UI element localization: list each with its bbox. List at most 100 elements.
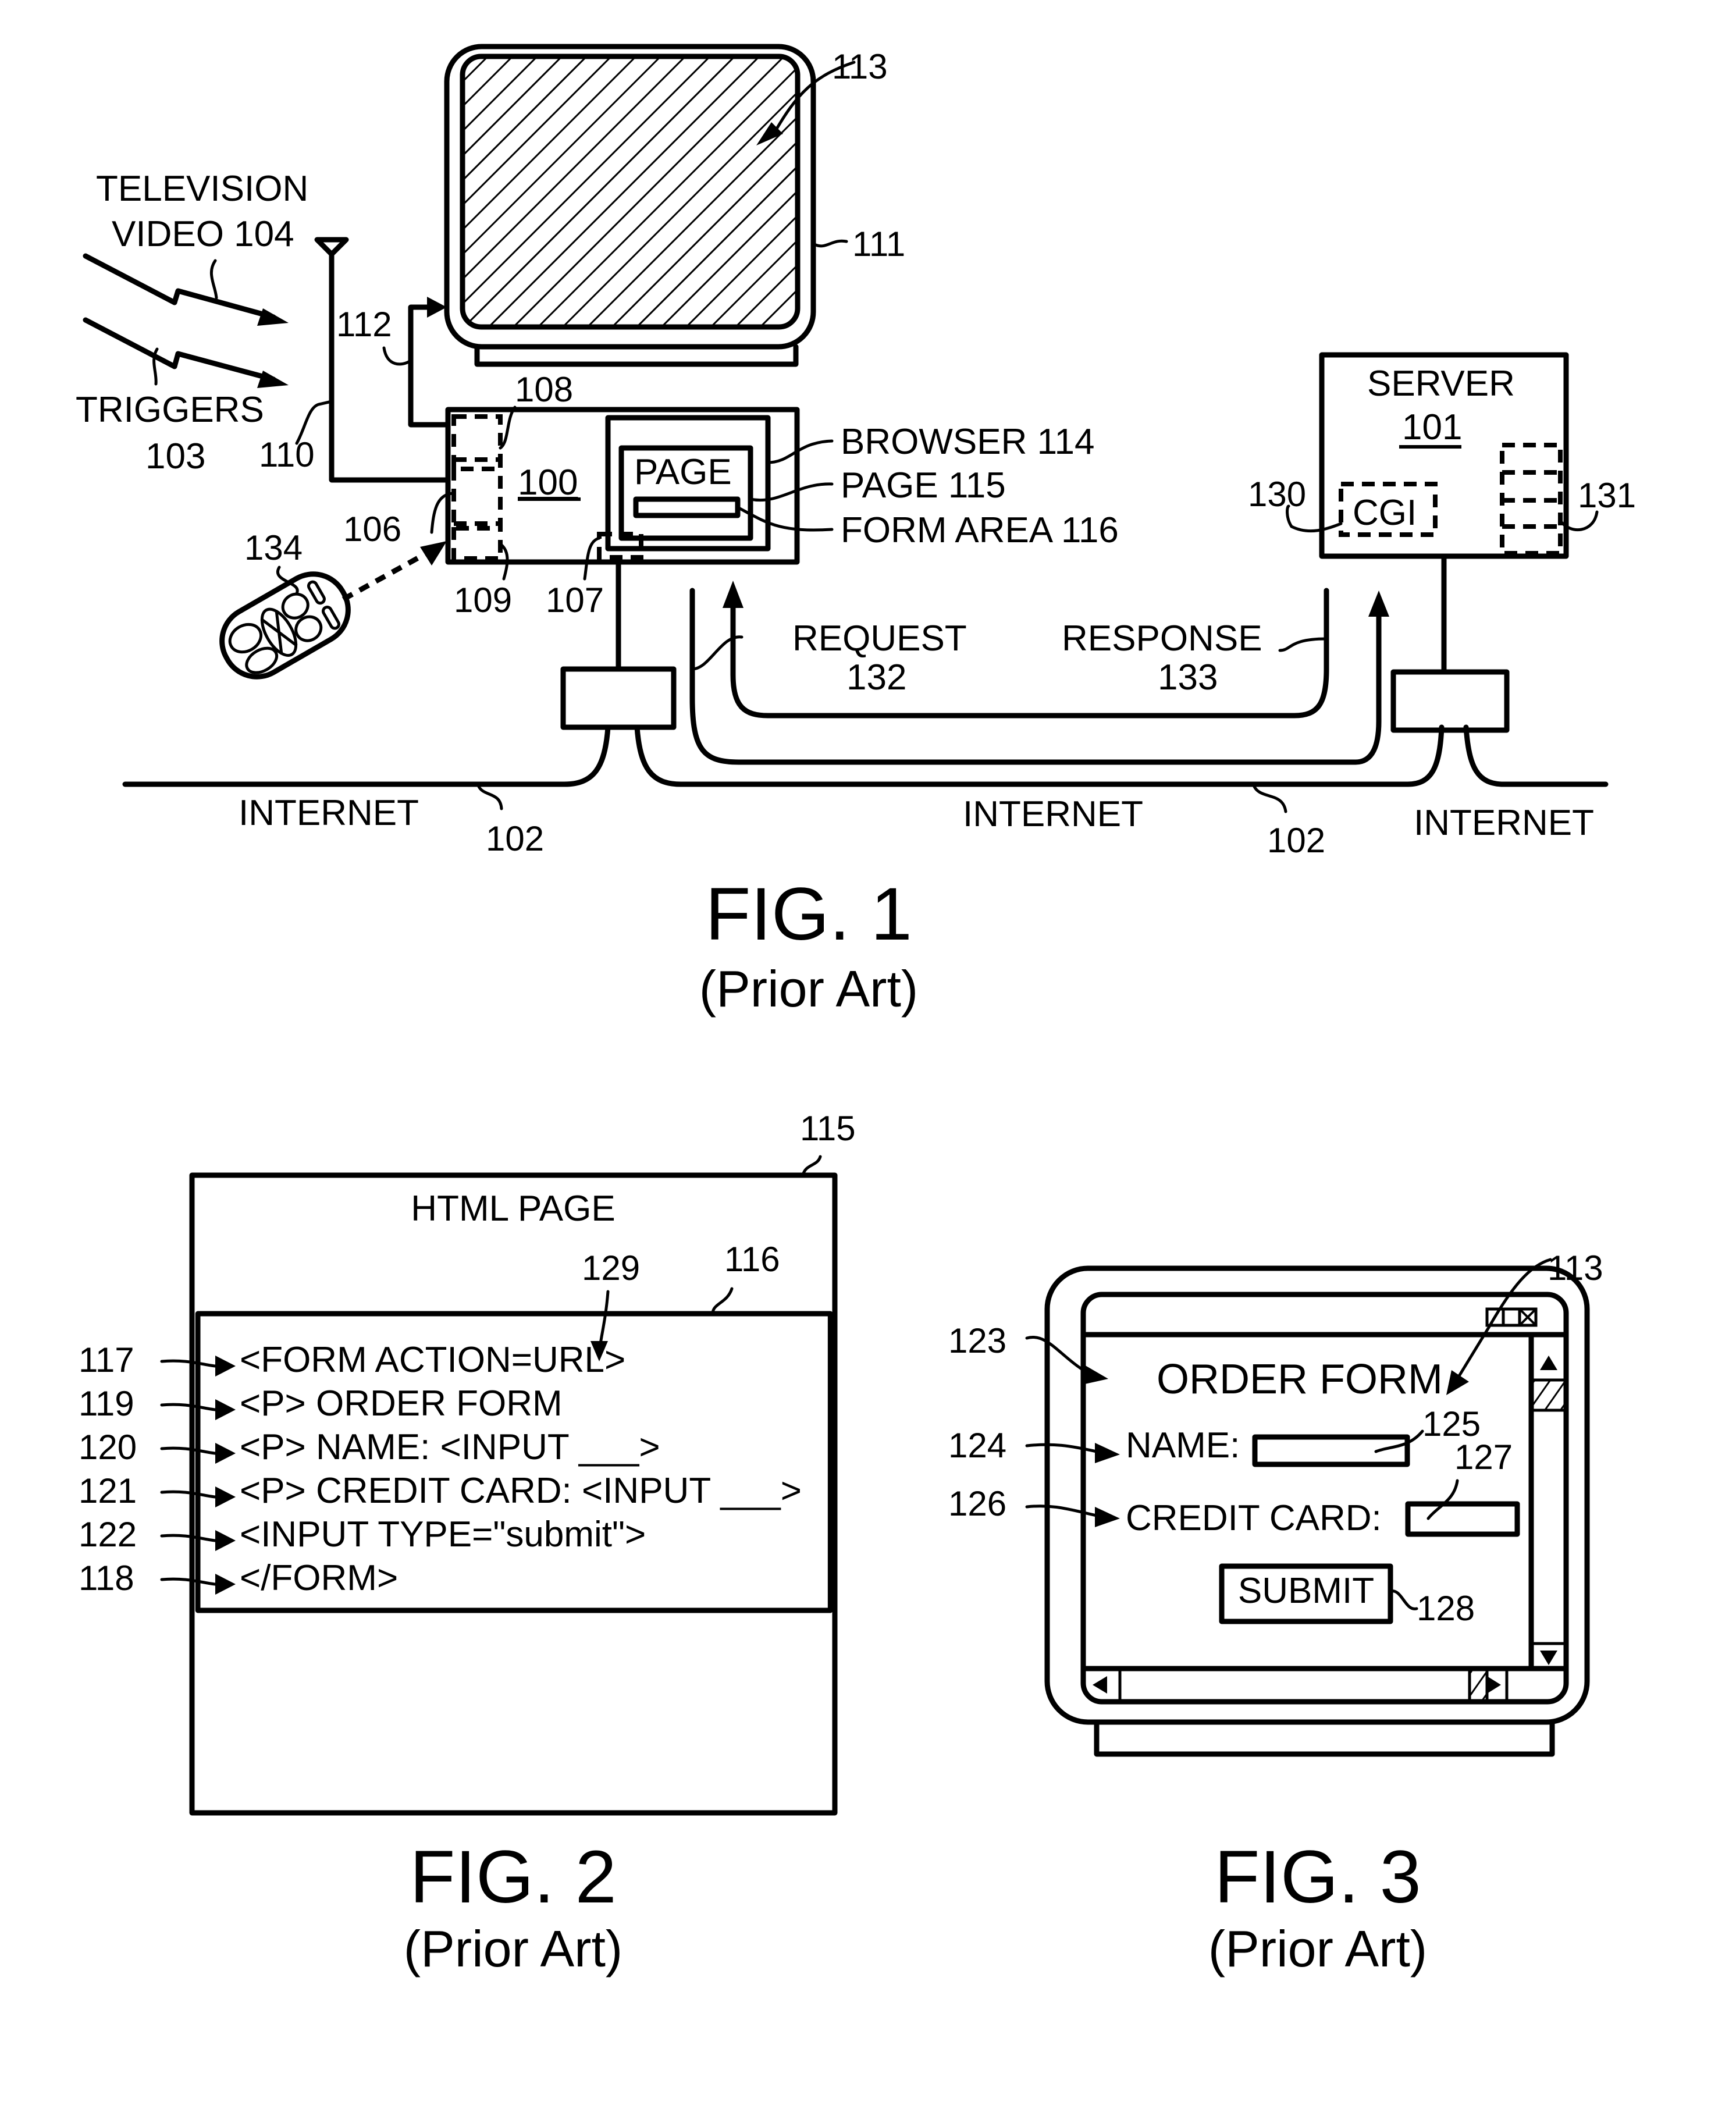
code-line-text: <P> CREDIT CARD: <INPUT ___>: [240, 1471, 802, 1511]
scroll-right-icon[interactable]: [1487, 1676, 1501, 1694]
ref-128: 128: [1417, 1589, 1475, 1628]
ref-111: 111: [852, 225, 905, 264]
arrow-icon: [215, 1574, 236, 1595]
tv-screen-hatched: [460, 54, 801, 330]
label-request-132: 132: [846, 657, 906, 698]
ref-109: 109: [454, 581, 512, 620]
ref-123: 123: [948, 1321, 1006, 1360]
ref-100: 100: [518, 463, 578, 503]
order-form-title: ORDER FORM: [1157, 1356, 1443, 1403]
monitor-stand: [1094, 1719, 1555, 1757]
fig3-caption: FIG. 3: [1214, 1836, 1421, 1919]
label-response: RESPONSE: [1062, 618, 1262, 659]
label-form-area-116: FORM AREA 116: [841, 510, 1119, 550]
ref-131: 131: [1578, 476, 1636, 515]
antenna-line-110: [329, 251, 451, 483]
ref-113-fig3: 113: [1548, 1249, 1603, 1287]
code-line-ref: 122: [79, 1515, 137, 1554]
scroll-up-icon[interactable]: [1540, 1356, 1557, 1370]
network-interface-client: [560, 666, 677, 730]
code-line-text: <INPUT TYPE="submit">: [240, 1514, 646, 1555]
code-line: 122 <INPUT TYPE="submit">: [79, 1514, 646, 1555]
ref-113: 113: [832, 47, 888, 86]
fig1: 113 111 TELEVISION VIDEO 104 TRIGGERS 10…: [76, 44, 1636, 1018]
arrow-icon: [215, 1530, 236, 1551]
network-interface-server: [1390, 669, 1510, 733]
name-label: NAME:: [1126, 1425, 1240, 1466]
fig3: ORDER FORM NAME: CREDIT CARD: SUBMIT 123…: [948, 1249, 1603, 1977]
fig1-subcaption: (Prior Art): [699, 960, 918, 1018]
submit-button-label: SUBMIT: [1238, 1571, 1374, 1611]
html-page-title: HTML PAGE: [411, 1189, 615, 1229]
set-top-box-100: 100 PAGE BROWSER 114 PAGE 115 FORM AREA …: [343, 370, 1119, 620]
page-box-label: PAGE: [634, 452, 732, 492]
fig3-subcaption: (Prior Art): [1208, 1920, 1427, 1977]
horizontal-scrollbar[interactable]: [1080, 1666, 1569, 1703]
form-area-116: [633, 496, 741, 518]
ref-130: 130: [1248, 475, 1306, 514]
code-line-text: <P> ORDER FORM: [240, 1383, 563, 1424]
signal-video: [83, 253, 276, 320]
code-line-ref: 117: [79, 1340, 134, 1379]
label-triggers-103: 103: [145, 436, 205, 476]
ref-102-left: 102: [486, 819, 544, 858]
scroll-down-icon[interactable]: [1540, 1651, 1557, 1665]
label-response-133: 133: [1158, 657, 1218, 698]
label-television: TELEVISION: [96, 169, 308, 209]
ref-108: 108: [515, 370, 573, 409]
ref-129: 129: [582, 1249, 640, 1287]
server-101: SERVER 101 CGI 130 131: [1248, 352, 1636, 559]
internet-line-middle: [634, 724, 1445, 787]
label-cgi: CGI: [1353, 493, 1417, 533]
name-input[interactable]: [1252, 1434, 1410, 1467]
credit-card-label: CREDIT CARD:: [1126, 1498, 1382, 1538]
code-line: 118 </FORM>: [79, 1558, 398, 1598]
code-line-text: <FORM ACTION=URL>: [240, 1340, 625, 1380]
code-line-ref: 118: [79, 1559, 134, 1598]
label-video-104: VIDEO 104: [112, 214, 294, 254]
arrow-icon: [215, 1443, 236, 1464]
ref-134: 134: [244, 528, 303, 567]
arrow-icon: [215, 1356, 236, 1377]
scroll-thumb-vertical[interactable]: [1531, 1378, 1567, 1412]
code-lines: 117 <FORM ACTION=URL>119 <P> ORDER FORM120…: [79, 1340, 802, 1598]
ref-116: 116: [724, 1240, 780, 1279]
code-line: 121 <P> CREDIT CARD: <INPUT ___>: [79, 1471, 802, 1511]
code-line-text: </FORM>: [240, 1558, 398, 1598]
code-line-ref: 119: [79, 1384, 134, 1423]
ref-107: 107: [546, 581, 604, 620]
ref-101: 101: [1402, 407, 1462, 447]
remote-control-134: 134: [219, 528, 447, 680]
code-line: 119 <P> ORDER FORM: [79, 1383, 563, 1424]
label-internet-right: INTERNET: [1414, 803, 1594, 843]
label-server: SERVER: [1367, 364, 1515, 404]
fig2: 115 HTML PAGE 116 129 117 <FORM ACTION=UR…: [79, 1109, 856, 1977]
request-path-132: [689, 588, 1382, 765]
code-line-ref: 121: [79, 1471, 137, 1510]
fig1-caption: FIG. 1: [705, 873, 912, 956]
connection-112: [408, 304, 451, 428]
code-line: 120 <P> NAME: <INPUT ___>: [79, 1427, 660, 1467]
ref-106: 106: [343, 510, 401, 549]
ref-102-mid: 102: [1267, 821, 1325, 860]
code-line-ref: 120: [79, 1428, 137, 1467]
code-line-text: <P> NAME: <INPUT ___>: [240, 1427, 660, 1467]
credit-card-input[interactable]: [1405, 1501, 1520, 1537]
scroll-thumb-horizontal[interactable]: [1468, 1668, 1489, 1703]
ref-110: 110: [259, 435, 315, 474]
patent-drawing-sheet: 113 111 TELEVISION VIDEO 104 TRIGGERS 10…: [76, 44, 1636, 1977]
label-page-115: PAGE 115: [841, 465, 1006, 506]
fig2-subcaption: (Prior Art): [404, 1920, 622, 1977]
ref-126: 126: [948, 1484, 1006, 1523]
ref-127: 127: [1454, 1438, 1513, 1477]
code-line: 117 <FORM ACTION=URL>: [79, 1340, 625, 1380]
internet-line-left: [122, 724, 611, 787]
label-internet-mid: INTERNET: [963, 794, 1143, 834]
maximize-icon[interactable]: [1502, 1307, 1521, 1327]
internet-line-right: [1463, 724, 1609, 787]
television-111: 113 111: [444, 44, 905, 367]
scroll-left-icon[interactable]: [1093, 1676, 1107, 1694]
vertical-scrollbar[interactable]: [1528, 1332, 1568, 1671]
label-browser-114: BROWSER 114: [841, 422, 1094, 462]
signal-triggers: [83, 317, 276, 382]
